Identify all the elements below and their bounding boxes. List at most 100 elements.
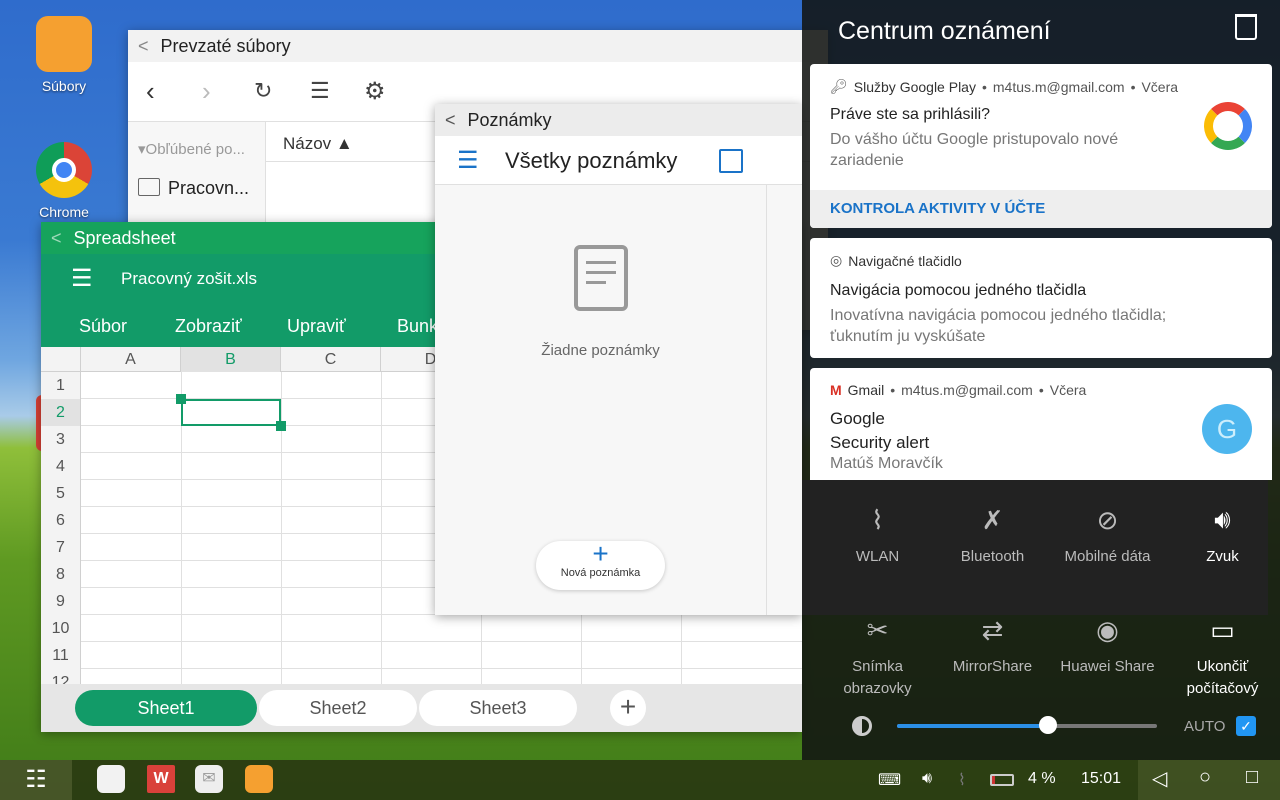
check-account-activity-button[interactable]: KONTROLA AKTIVITY V ÚČTE — [830, 200, 1045, 217]
wifi-off-icon[interactable]: ⌇ — [958, 770, 966, 790]
notes-title: Poznámky — [467, 109, 552, 130]
sheet-tab-1[interactable]: Sheet1 — [75, 690, 257, 726]
menu-file[interactable]: Súbor — [79, 316, 127, 337]
quick-setting-huawei-share[interactable]: ◉ Huawei Share — [1050, 610, 1165, 678]
column-header-b[interactable]: B — [181, 347, 281, 372]
quick-setting-mobilné-dáta[interactable]: ⊘ Mobilné dáta — [1050, 500, 1165, 568]
column-header-a[interactable]: A — [81, 347, 181, 372]
sheet-tab-2[interactable]: Sheet2 — [259, 690, 417, 726]
nav-back-icon[interactable]: ‹ — [146, 76, 155, 107]
selection-handle[interactable] — [276, 421, 286, 431]
brightness-slider[interactable] — [897, 716, 1157, 734]
row-number[interactable]: 12 — [41, 669, 81, 684]
quick-setting-label: Bluetooth — [960, 548, 1025, 565]
new-note-button[interactable]: + Nová poznámka — [536, 538, 665, 590]
sheet-row[interactable]: 11 — [41, 642, 802, 669]
list-view-icon[interactable]: ☰ — [310, 78, 330, 104]
clear-all-trash-icon[interactable] — [1235, 14, 1257, 40]
plus-icon: + — [592, 538, 609, 569]
quick-setting-bluetooth[interactable]: ✗ Bluetooth — [935, 500, 1050, 568]
files-taskbar-icon[interactable] — [245, 765, 273, 793]
keyboard-icon[interactable]: ⌨ — [878, 770, 901, 790]
chrome-app-icon[interactable] — [36, 142, 92, 198]
back-icon[interactable]: < — [51, 228, 62, 249]
volume-icon[interactable]: 🔊︎ — [922, 770, 932, 788]
selected-cell[interactable] — [181, 399, 281, 426]
nav-forward-icon[interactable]: › — [202, 76, 211, 107]
back-icon[interactable]: < — [138, 36, 149, 57]
quick-setting-label: MirrorShare — [952, 658, 1033, 675]
auto-brightness-checkbox[interactable]: ✓ — [1236, 716, 1256, 736]
hamburger-menu-icon[interactable]: ☰ — [71, 264, 93, 293]
app-name: Gmail — [847, 382, 885, 398]
sound-icon: 🔊︎ — [1214, 504, 1231, 534]
sheet-row[interactable]: 10 — [41, 615, 802, 642]
new-note-label: Nová poznámka — [560, 567, 641, 579]
google-logo-icon — [1204, 102, 1252, 150]
files-title: Prevzaté súbory — [160, 35, 291, 56]
notification-card[interactable]: M Gmail • m4tus.m@gmail.com • Včera Google Se… — [810, 368, 1272, 480]
files-title-bar[interactable]: < Prevzaté súbory — [128, 30, 828, 62]
quick-setting-snímka-obrazovky[interactable]: ✂ Snímka obrazovky — [820, 610, 935, 700]
row-number[interactable]: 2 — [41, 399, 81, 426]
files-app-icon[interactable] — [36, 16, 92, 72]
row-number[interactable]: 6 — [41, 507, 81, 534]
sheet-tab-3[interactable]: Sheet3 — [419, 690, 577, 726]
brightness-slider-thumb[interactable] — [1038, 716, 1057, 734]
sheet-row[interactable]: 12 — [41, 669, 802, 684]
row-number[interactable]: 4 — [41, 453, 81, 480]
quick-setting-ukončiť-počítačový[interactable]: ▭ Ukončiť počítačový — [1165, 610, 1280, 700]
bluetooth-off-icon: ✗ — [981, 504, 1004, 535]
notification-title: Práve ste sa prihlásili? — [830, 106, 991, 123]
nav-recents-button[interactable]: □ — [1246, 766, 1258, 789]
quick-setting-wlan[interactable]: ⌇ WLAN — [820, 500, 935, 568]
row-number[interactable]: 9 — [41, 588, 81, 615]
row-number[interactable]: 10 — [41, 615, 81, 642]
spreadsheet-title: Spreadsheet — [73, 227, 176, 248]
row-number[interactable]: 5 — [41, 480, 81, 507]
row-number[interactable]: 7 — [41, 534, 81, 561]
notes-title-bar[interactable]: < Poznámky — [435, 104, 802, 136]
fingerprint-icon: ◎ — [830, 252, 843, 268]
column-header-name[interactable]: Názov ▲ — [283, 134, 353, 154]
sidebar-item-desktop[interactable]: Pracovn... — [138, 178, 249, 199]
favorites-section[interactable]: ▾Obľúbené po... — [138, 140, 245, 158]
hamburger-menu-icon[interactable]: ☰ — [457, 146, 479, 175]
wps-office-taskbar-icon[interactable]: W — [147, 765, 175, 793]
settings-gear-icon[interactable]: ⚙ — [364, 77, 386, 106]
google-play-services-icon: 🔑︎ — [830, 78, 848, 94]
clock[interactable]: 15:01 — [1081, 770, 1121, 788]
row-number[interactable]: 1 — [41, 372, 81, 399]
file-name: Pracovný zošit.xls — [121, 269, 258, 288]
selection-handle[interactable] — [176, 394, 186, 404]
quick-setting-label: Zvuk — [1206, 548, 1239, 565]
notes-taskbar-icon[interactable] — [97, 765, 125, 793]
row-number[interactable]: 8 — [41, 561, 81, 588]
back-icon[interactable]: < — [445, 110, 456, 131]
quick-setting-label: Huawei Share — [1060, 658, 1155, 675]
mirrorshare-icon: ⇄ — [981, 614, 1004, 645]
menu-edit[interactable]: Upraviť — [287, 316, 346, 337]
chrome-app-label: Chrome — [39, 204, 89, 220]
grid-view-icon[interactable] — [719, 149, 743, 173]
quick-setting-zvuk[interactable]: 🔊︎ Zvuk — [1165, 500, 1280, 568]
email-taskbar-icon[interactable]: ✉ — [195, 765, 223, 793]
notification-card[interactable]: ◎ Navigačné tlačidlo Navigácia pomocou je… — [810, 238, 1272, 358]
screenshot-icon: ✂ — [866, 614, 889, 645]
app-drawer-button[interactable]: ☷ — [0, 760, 72, 800]
menu-view[interactable]: Zobraziť — [175, 316, 242, 337]
nav-home-button[interactable]: ○ — [1199, 766, 1211, 789]
sheet-tabs-bar: Sheet1 Sheet2 Sheet3 + — [41, 684, 802, 732]
mobile-data-off-icon: ⊘ — [1096, 504, 1119, 535]
row-number[interactable]: 3 — [41, 426, 81, 453]
notification-card[interactable]: 🔑︎ Služby Google Play • m4tus.m@gmail.com • V… — [810, 64, 1272, 228]
refresh-icon[interactable]: ↻ — [254, 78, 272, 104]
battery-icon[interactable] — [990, 774, 1014, 786]
nav-back-button[interactable]: ◁ — [1152, 766, 1167, 791]
quick-setting-mirrorshare[interactable]: ⇄ MirrorShare — [935, 610, 1050, 678]
column-header-c[interactable]: C — [281, 347, 381, 372]
add-sheet-button[interactable]: + — [610, 690, 646, 726]
row-number[interactable]: 11 — [41, 642, 81, 669]
quick-setting-label: Ukončiť počítačový — [1186, 658, 1259, 697]
menu-cell[interactable]: Bunk — [397, 316, 438, 337]
